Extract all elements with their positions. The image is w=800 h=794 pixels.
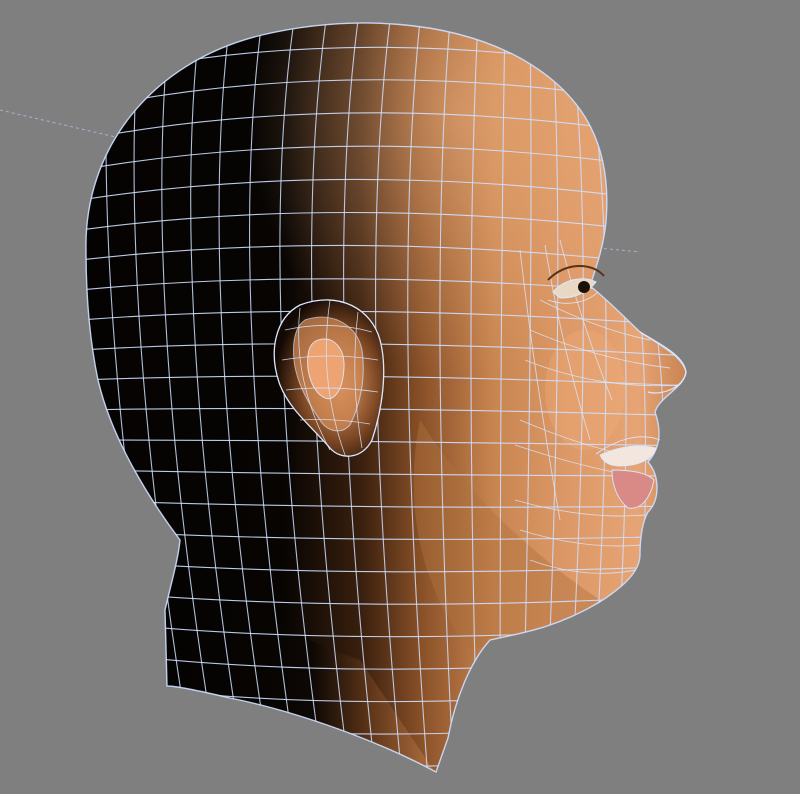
guide-line [0,109,121,139]
guide-line [597,247,641,253]
viewport-canvas[interactable] [0,0,800,794]
head-mesh[interactable] [80,20,690,780]
3d-viewport[interactable] [0,0,800,794]
